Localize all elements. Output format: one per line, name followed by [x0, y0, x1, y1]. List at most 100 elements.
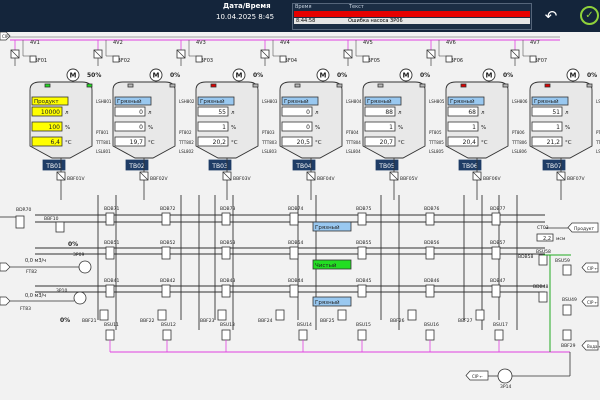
left-arrow-1[interactable]: [0, 262, 11, 272]
matrix-valve-bdb51[interactable]: [105, 246, 115, 260]
alarm-row[interactable]: 8:44:58 Ошибка насоса ЗР06: [294, 18, 530, 24]
matrix-valve-bdb47[interactable]: [491, 284, 501, 298]
tank-tb07-motor-label: M: [570, 72, 577, 80]
tank-tb04-top-box[interactable]: [279, 55, 287, 63]
bsu-valve-bsu14[interactable]: [298, 329, 308, 341]
matrix-valve-bdb73[interactable]: [221, 212, 231, 226]
matrix-valve-label: BDB55: [356, 240, 372, 246]
tank-tb07-percent: 1: [556, 124, 560, 131]
bottom-valve-bbf22[interactable]: [157, 309, 167, 321]
tank-tb02-lsh: LSH802: [179, 99, 195, 104]
tank-tb04-motor-pct: 0%: [337, 72, 347, 79]
tank-tb03-body[interactable]: [195, 81, 259, 159]
tank-tb01-top-box[interactable]: [29, 55, 37, 63]
tank-tb07-lsh: LSH807: [596, 99, 600, 104]
bdr70-valve[interactable]: [15, 215, 25, 229]
matrix-valve-bdb54[interactable]: [289, 246, 299, 260]
bottom-valve-bbf23[interactable]: [217, 309, 227, 321]
alarm-row[interactable]: [294, 11, 530, 17]
tank-tb06-top-box[interactable]: [445, 55, 453, 63]
tank-tb03-top-box[interactable]: [195, 55, 203, 63]
tank-tb03-valve-label: 4V3: [196, 40, 206, 46]
ft82-value: 0,0 м3/ч: [25, 258, 46, 264]
matrix-valve-bdb43[interactable]: [221, 284, 231, 298]
alarm-time: 8:44:58: [296, 18, 316, 24]
matrix-valve-bdb57[interactable]: [491, 246, 501, 260]
bsu-valve-bsu17[interactable]: [494, 329, 504, 341]
tank-tb01-motor-pct: 50%: [87, 72, 101, 79]
alarm-panel[interactable]: Время Текст 8:44:58 Ошибка насоса ЗР06: [292, 3, 532, 30]
tank-tb03-led: [210, 83, 217, 88]
matrix-valve-bdb71[interactable]: [105, 212, 115, 226]
check-circle-icon[interactable]: ✓: [580, 6, 599, 25]
bsu49-valve[interactable]: [562, 304, 572, 316]
tank-tb03-temp-unit: °С: [231, 140, 238, 146]
tank-tb06-body[interactable]: [445, 81, 509, 159]
tank-tb01-body[interactable]: [29, 81, 93, 159]
bottom-valve-bbf25[interactable]: [337, 309, 347, 321]
matrix-valve-label: BDB71: [104, 206, 120, 212]
matrix-valve-bdb77[interactable]: [491, 212, 501, 226]
pump-3p09[interactable]: [78, 260, 92, 274]
tank-tb07-top-box[interactable]: [529, 55, 537, 63]
matrix-valve-label: BDB46: [424, 278, 440, 284]
bottom-valve-bbf27[interactable]: [475, 309, 485, 321]
tank-tb04-body[interactable]: [279, 81, 343, 159]
tank-tb05-temp-unit: °С: [398, 140, 405, 146]
matrix-valve-bdb52[interactable]: [161, 246, 171, 260]
tank-tb06-percent: 1: [472, 124, 476, 131]
bbf29-valve[interactable]: [562, 329, 572, 341]
bsu59-valve[interactable]: [562, 264, 572, 276]
bsu-valve-bsu11[interactable]: [105, 329, 115, 341]
matrix-valve-bdb76[interactable]: [425, 212, 435, 226]
tank-tb02-lsl: LSL802: [179, 149, 194, 154]
tank-tb02-outlet-label: BBF02V: [150, 176, 168, 182]
tank-tb03-level-unit: л: [231, 110, 235, 116]
matrix-valve-bdb42[interactable]: [161, 284, 171, 298]
pump-3p10[interactable]: [73, 291, 87, 305]
matrix-valve-bdb44[interactable]: [289, 284, 299, 298]
tank-tb01-temp: 6,4: [50, 139, 60, 146]
bdb48-valve[interactable]: [538, 291, 548, 303]
tank-tb05-body[interactable]: [362, 81, 426, 159]
bsu-valve-bsu16[interactable]: [425, 329, 435, 341]
bdb48-label: BDB48: [533, 284, 549, 290]
bsu58-valve[interactable]: [538, 254, 548, 266]
matrix-valve-bdb45[interactable]: [357, 284, 367, 298]
tank-tb02-motor-label: M: [153, 72, 160, 80]
matrix-valve-label: BDB47: [490, 278, 506, 284]
cip-inlet-label: CIP: [2, 34, 9, 39]
bsu-valve-bsu15[interactable]: [357, 329, 367, 341]
tank-tb01-temp-unit: °С: [65, 140, 72, 146]
pump-3p14[interactable]: [497, 368, 513, 384]
tank-tb05-temp: 20,7: [380, 139, 394, 146]
line-state: Грязный: [315, 299, 340, 306]
matrix-valve-bdb46[interactable]: [425, 284, 435, 298]
matrix-valve-bdb72[interactable]: [161, 212, 171, 226]
undo-arrow-icon[interactable]: ↶: [540, 6, 562, 26]
matrix-valve-label: BDB72: [160, 206, 176, 212]
ft83-value: 0,0 м3/ч: [25, 293, 46, 299]
matrix-valve-bdb75[interactable]: [357, 212, 367, 226]
bbf10-valve[interactable]: [55, 221, 65, 233]
matrix-valve-bdb41[interactable]: [105, 284, 115, 298]
tank-tb05-top-box[interactable]: [362, 55, 370, 63]
matrix-valve-bdb53[interactable]: [221, 246, 231, 260]
left-arrow-2[interactable]: [0, 296, 11, 306]
matrix-valve-label: BDB51: [104, 240, 120, 246]
bottom-valve-bbf24[interactable]: [275, 309, 285, 321]
bottom-valve-bbf21[interactable]: [99, 309, 109, 321]
bottom-valve-bbf26[interactable]: [407, 309, 417, 321]
bsu-valve-bsu12[interactable]: [162, 329, 172, 341]
matrix-valve-bdb74[interactable]: [289, 212, 299, 226]
alarm-text: Ошибка насоса ЗР06: [348, 18, 403, 24]
matrix-valve-bdb56[interactable]: [425, 246, 435, 260]
bsu-valve-bsu13[interactable]: [221, 329, 231, 341]
tank-tb02-top-box[interactable]: [112, 55, 120, 63]
tank-tb02-body[interactable]: [112, 81, 176, 159]
matrix-valve-bdb55[interactable]: [357, 246, 367, 260]
tank-tb07-level: 51: [552, 109, 560, 116]
tank-tb05-lsl: LSL805: [429, 149, 444, 154]
tank-tb07-body[interactable]: [529, 81, 593, 159]
tank-tb01-percent-unit: %: [65, 125, 70, 131]
